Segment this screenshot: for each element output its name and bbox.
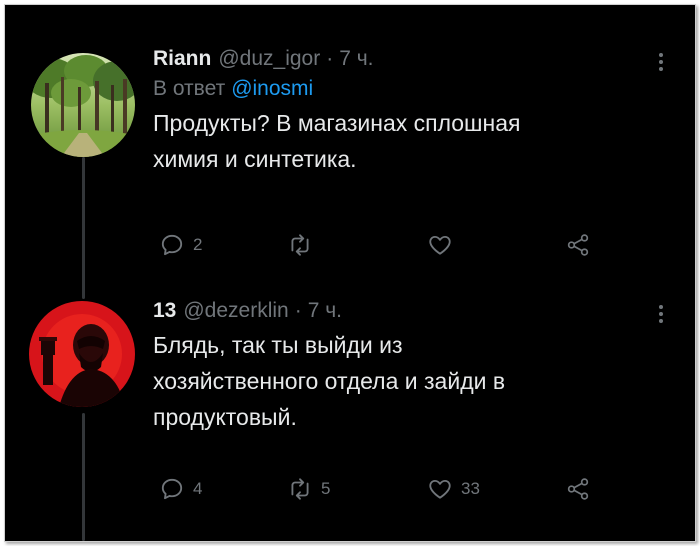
timestamp[interactable]: 7 ч. <box>308 297 342 325</box>
tweet-actions: 4 5 33 <box>153 473 593 505</box>
retweet-button[interactable] <box>287 229 321 261</box>
tweet-header: Riann @duz_igor · 7 ч. <box>153 45 671 73</box>
vertical-ellipsis-icon[interactable] <box>651 49 671 75</box>
forest-avatar-image <box>31 53 135 157</box>
tweet-text-line: продуктовый. <box>153 404 297 430</box>
like-count: 33 <box>461 479 480 498</box>
author-name[interactable]: 13 <box>153 297 176 325</box>
separator-dot: · <box>326 47 334 70</box>
share-button[interactable] <box>565 229 591 261</box>
retweet-count: 5 <box>321 479 331 498</box>
reply-context: В ответ @inosmi <box>153 75 671 103</box>
author-handle[interactable]: @duz_igor <box>218 45 320 73</box>
thread-connector-line <box>82 157 85 299</box>
thread-connector-line-bottom <box>82 413 85 541</box>
like-button[interactable] <box>427 229 461 261</box>
retweet-arrows-icon <box>291 234 309 256</box>
heart-outline-icon <box>429 235 451 255</box>
reply-button[interactable]: 2 <box>159 229 202 261</box>
tweet-text: Блядь, так ты выйди из хозяйственного от… <box>153 327 671 435</box>
share-nodes-icon <box>567 234 589 256</box>
share-nodes-icon <box>567 478 589 500</box>
speech-bubble-icon <box>161 478 183 500</box>
tweet-text-line: Продукты? В магазинах сплошная <box>153 110 521 136</box>
screenshot-frame: Riann @duz_igor · 7 ч. В ответ @inosmi Пр… <box>4 4 696 542</box>
author-handle[interactable]: @dezerklin <box>183 297 288 325</box>
speech-bubble-icon <box>161 234 183 256</box>
share-button[interactable] <box>565 473 591 505</box>
retweet-button[interactable]: 5 <box>287 473 330 505</box>
tweet-text: Продукты? В магазинах сплошная химия и с… <box>153 105 671 177</box>
like-button[interactable]: 33 <box>427 473 480 505</box>
reply-prefix: В ответ <box>153 77 226 100</box>
avatar-riann[interactable] <box>31 53 135 157</box>
tweet-header: 13 @dezerklin · 7 ч. <box>153 297 671 325</box>
timestamp[interactable]: 7 ч. <box>339 45 373 73</box>
red-portrait-avatar-image <box>29 301 135 407</box>
tweet-text-line: хозяйственного отдела и зайди в <box>153 368 506 394</box>
author-name[interactable]: Riann <box>153 45 211 73</box>
separator-dot: · <box>294 299 302 322</box>
retweet-arrows-icon <box>291 478 309 500</box>
tweet-text-line: Блядь, так ты выйди из <box>153 332 403 358</box>
heart-outline-icon <box>429 479 451 499</box>
avatar-13[interactable] <box>29 301 135 407</box>
vertical-ellipsis-icon[interactable] <box>651 301 671 327</box>
tweet-actions: 2 <box>153 229 593 261</box>
tweet-13[interactable]: 13 @dezerklin · 7 ч. Блядь, так ты выйди… <box>153 297 671 500</box>
reply-count: 4 <box>193 479 203 498</box>
tweet-riann[interactable]: Riann @duz_igor · 7 ч. В ответ @inosmi Пр… <box>153 45 671 256</box>
reply-count: 2 <box>193 235 203 254</box>
reply-mention-link[interactable]: @inosmi <box>231 77 313 100</box>
reply-button[interactable]: 4 <box>159 473 202 505</box>
tweet-text-line: химия и синтетика. <box>153 146 357 172</box>
